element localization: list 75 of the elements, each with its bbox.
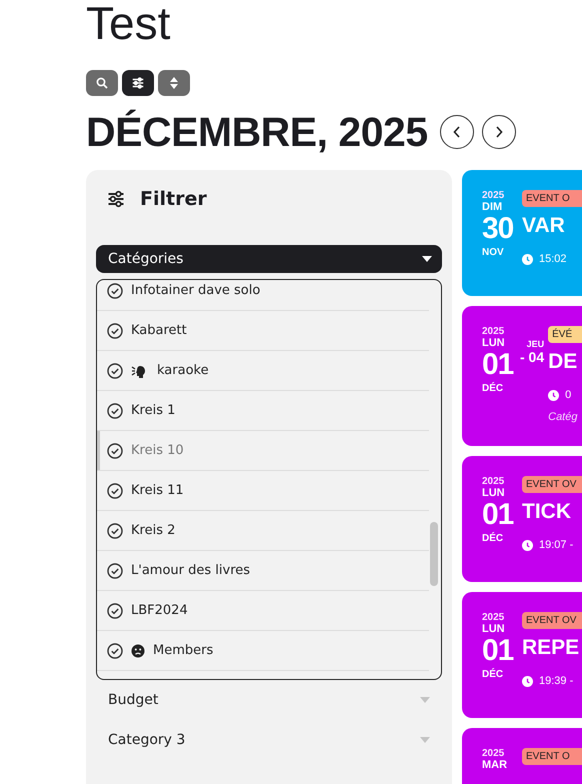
filter-title: Filtrer bbox=[140, 188, 207, 210]
event-badge: EVENT OV bbox=[522, 612, 582, 629]
clock-icon bbox=[522, 540, 533, 550]
event-title: TICK bbox=[522, 499, 571, 525]
category-option[interactable]: karaoke bbox=[97, 351, 429, 391]
event-card[interactable]: 2025 MAR EVENT O bbox=[462, 728, 582, 784]
event-month: DÉC bbox=[482, 669, 504, 680]
event-weekday: LUN bbox=[482, 337, 506, 349]
chevron-right-icon bbox=[494, 126, 503, 138]
clock-icon bbox=[548, 390, 560, 400]
event-day: 01 bbox=[482, 349, 516, 381]
event-card[interactable]: 2025 LUN 01 DÉC EVENT OV TICK 19:07 - bbox=[462, 456, 582, 582]
event-end-weekday: JEU bbox=[526, 338, 544, 350]
event-day: 01 bbox=[482, 499, 516, 531]
sort-icon bbox=[169, 76, 179, 90]
event-end-day: - 04 bbox=[520, 350, 544, 364]
category-option[interactable]: Kreis 1 bbox=[97, 391, 429, 431]
event-weekday: DIM bbox=[482, 201, 504, 213]
event-card[interactable]: 2025 LUN 01 DÉC EVENT OV REPE 19:39 - bbox=[462, 592, 582, 718]
filter-group[interactable]: Category 3 bbox=[96, 720, 442, 760]
event-year: 2025 bbox=[482, 476, 506, 487]
filter-button[interactable] bbox=[122, 70, 154, 96]
caret-icon bbox=[422, 256, 432, 262]
category-option[interactable]: Kreis 10 bbox=[97, 431, 429, 471]
event-category: Catég bbox=[548, 411, 578, 423]
frowning-face-icon bbox=[131, 644, 145, 658]
caret-icon bbox=[420, 697, 430, 703]
page-title: Test bbox=[86, 0, 170, 46]
sort-button[interactable] bbox=[158, 70, 190, 96]
event-year: 2025 bbox=[482, 748, 506, 759]
clock-icon bbox=[522, 254, 533, 264]
event-year: 2025 bbox=[482, 612, 506, 623]
event-month: DÉC bbox=[482, 533, 504, 544]
search-icon bbox=[96, 77, 108, 89]
event-day: 01 bbox=[482, 635, 516, 667]
scrollbar-thumb[interactable] bbox=[430, 522, 438, 586]
category-option[interactable]: Members bbox=[97, 631, 429, 671]
category-option[interactable]: Kabarett bbox=[97, 311, 429, 351]
event-weekday: MAR bbox=[482, 759, 508, 771]
event-card[interactable]: 2025 LUN 01 DÉC JEU - 04 ÉVÉ DE 0 Catég bbox=[462, 306, 582, 446]
category-option[interactable]: Kreis 2 bbox=[97, 511, 429, 551]
previous-month-button[interactable] bbox=[440, 115, 474, 149]
event-badge: EVENT OV bbox=[522, 476, 582, 493]
event-title: DE bbox=[548, 349, 578, 375]
category-option[interactable]: LBF2024 bbox=[97, 591, 429, 631]
chevron-left-icon bbox=[452, 126, 461, 138]
event-title: VAR bbox=[522, 213, 565, 239]
event-day: 30 bbox=[482, 213, 516, 245]
caret-icon bbox=[420, 737, 430, 743]
categories-dropdown[interactable]: Catégories bbox=[96, 245, 442, 273]
filter-group[interactable]: Budget bbox=[96, 680, 442, 720]
month-heading: DÉCEMBRE, 2025 bbox=[86, 108, 428, 156]
clock-icon bbox=[522, 676, 533, 686]
event-weekday: LUN bbox=[482, 487, 506, 499]
category-option[interactable]: L'amour des livres bbox=[97, 551, 429, 591]
event-time: 19:07 - bbox=[539, 539, 574, 551]
event-title: REPE bbox=[522, 635, 580, 661]
event-time: 15:02 bbox=[539, 253, 567, 265]
event-month: DÉC bbox=[482, 383, 504, 394]
category-option[interactable]: Infotainer dave solo bbox=[97, 280, 429, 311]
event-weekday: LUN bbox=[482, 623, 506, 635]
event-time: 19:39 - bbox=[539, 675, 574, 687]
event-month: NOV bbox=[482, 247, 505, 258]
sliders-icon bbox=[106, 189, 126, 209]
event-badge: EVENT O bbox=[522, 748, 582, 765]
event-badge: EVENT O bbox=[522, 190, 582, 207]
event-time: 0 bbox=[565, 389, 572, 401]
category-option[interactable]: Kreis 11 bbox=[97, 471, 429, 511]
next-month-button[interactable] bbox=[482, 115, 516, 149]
search-button[interactable] bbox=[86, 70, 118, 96]
event-year: 2025 bbox=[482, 326, 506, 337]
event-year: 2025 bbox=[482, 190, 506, 201]
event-badge: ÉVÉ bbox=[548, 326, 582, 343]
event-card[interactable]: 2025 DIM 30 NOV EVENT O VAR 15:02 bbox=[462, 170, 582, 296]
sliders-icon bbox=[131, 76, 145, 90]
